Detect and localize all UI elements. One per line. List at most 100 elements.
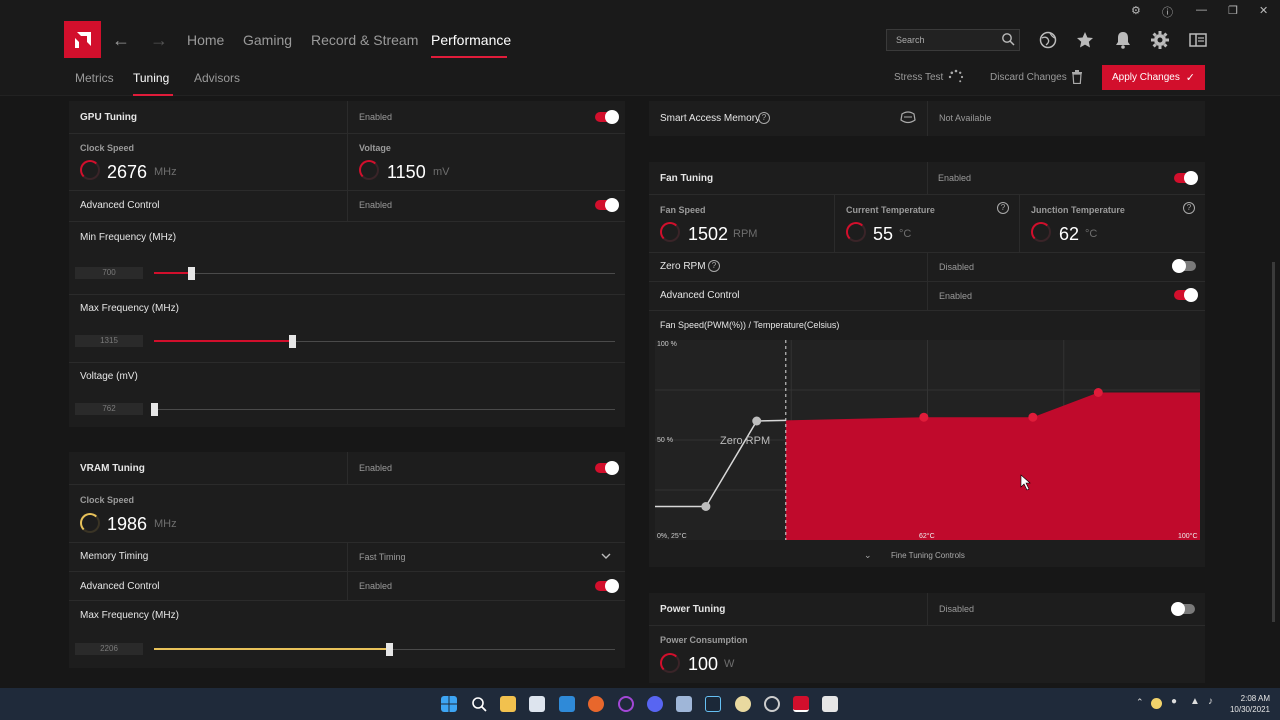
tab-advisors[interactable]: Advisors (194, 71, 240, 85)
nav-home[interactable]: Home (187, 32, 224, 48)
fan-curve-chart-svg[interactable]: 100 % 50 % 0%, 25°C 62°C 100°C Zero RPM (655, 340, 1200, 540)
vram-max-frequency-slider-thumb[interactable] (386, 643, 394, 656)
help-icon[interactable]: ? (758, 112, 770, 124)
gpu-voltage-value: 1150 (387, 162, 426, 182)
app-icon[interactable] (618, 696, 634, 712)
fan-curve-point[interactable] (1093, 388, 1103, 397)
help-icon[interactable]: ? (1183, 202, 1195, 214)
voltage-input[interactable]: 762 (75, 403, 143, 415)
fan-speed-value: 1502 (688, 224, 729, 244)
max-frequency-slider-thumb[interactable] (289, 335, 297, 348)
firefox-icon[interactable] (588, 696, 604, 712)
divider (347, 101, 348, 133)
chevron-up-icon[interactable]: ⌃ (1136, 697, 1144, 708)
back-arrow-icon[interactable]: ← (112, 30, 130, 51)
divider (927, 162, 928, 194)
gpu-tuning-panel: GPU Tuning Enabled Clock Speed 2676 MHz … (69, 101, 625, 427)
help-icon[interactable]: ? (708, 260, 720, 272)
memory-timing-dropdown[interactable]: Fast Timing (359, 552, 406, 562)
fan-curve-point[interactable] (1028, 412, 1038, 422)
search-icon[interactable] (471, 696, 487, 712)
x-axis-origin-label: 0%, 25°C (657, 532, 687, 540)
voltage-slider-thumb[interactable] (151, 403, 158, 416)
help-icon[interactable]: ⓘ (1162, 4, 1173, 20)
chevron-down-icon[interactable] (601, 553, 611, 560)
app-icon[interactable] (735, 696, 751, 712)
amd-software-taskbar-icon[interactable] (793, 696, 809, 712)
microphone-icon[interactable]: ● (1171, 696, 1177, 707)
gpu-tuning-toggle[interactable] (595, 110, 619, 124)
fan-curve-point[interactable] (919, 412, 929, 422)
divider (649, 194, 1205, 195)
divider (347, 542, 348, 571)
restore-icon[interactable]: ❐ (1228, 4, 1238, 17)
max-frequency-input[interactable]: 1315 (75, 335, 143, 347)
page-scrollbar[interactable] (1272, 262, 1275, 622)
help-icon[interactable]: ? (997, 202, 1009, 214)
trash-icon[interactable] (1071, 70, 1083, 84)
min-frequency-track (154, 273, 615, 274)
power-tuning-panel: Power Tuning Disabled Power Consumption … (649, 593, 1205, 683)
min-frequency-slider-thumb[interactable] (187, 267, 195, 280)
app-icon[interactable] (764, 696, 780, 712)
volume-icon[interactable]: ♪ (1208, 696, 1213, 707)
apply-changes-label: Apply Changes (1112, 72, 1180, 83)
search-icon[interactable] (1001, 32, 1015, 46)
vram-tuning-toggle[interactable] (595, 461, 619, 475)
fan-advanced-control-toggle[interactable] (1174, 288, 1198, 302)
settings-gear-icon[interactable] (1150, 30, 1170, 50)
file-explorer-icon[interactable] (500, 696, 516, 712)
store-icon[interactable] (529, 696, 545, 712)
junction-temperature-label: Junction Temperature (1031, 205, 1125, 215)
close-icon[interactable]: ✕ (1259, 4, 1268, 17)
mail-icon[interactable] (559, 696, 575, 712)
globe-icon[interactable] (1038, 30, 1058, 50)
photos-icon[interactable] (676, 696, 692, 712)
gpu-advanced-control-toggle[interactable] (595, 198, 619, 212)
vram-advanced-control-toggle[interactable] (595, 579, 619, 593)
zero-rpm-toggle[interactable] (1172, 259, 1196, 273)
discord-icon[interactable] (647, 696, 663, 712)
taskbar-clock[interactable]: 2:08 AM 10/30/2021 (1230, 693, 1270, 715)
vram-tuning-panel: VRAM Tuning Enabled Clock Speed 1986 MHz… (69, 452, 625, 668)
fan-curve-chart[interactable]: 100 % 50 % 0%, 25°C 62°C 100°C Zero RPM (655, 340, 1200, 540)
nav-record-stream[interactable]: Record & Stream (311, 32, 418, 48)
bell-icon[interactable] (1113, 30, 1133, 50)
vram-max-frequency-input[interactable]: 2206 (75, 643, 143, 655)
wifi-icon[interactable]: ▲ (1190, 696, 1200, 707)
forward-arrow-icon[interactable]: → (150, 30, 168, 51)
vram-clock-speed-unit: MHz (154, 518, 177, 530)
chevron-down-icon[interactable]: ⌄ (864, 550, 872, 561)
sub-navigation-bar: Metrics Tuning Advisors Stress Test Disc… (0, 60, 1280, 96)
fan-curve-point[interactable] (701, 502, 711, 511)
power-consumption-label: Power Consumption (660, 635, 748, 645)
nav-gaming[interactable]: Gaming (243, 32, 292, 48)
power-tuning-status: Disabled (939, 604, 975, 614)
power-consumption-gauge-icon (660, 653, 680, 673)
windows-start-icon[interactable] (441, 696, 457, 712)
nav-performance[interactable]: Performance (431, 32, 511, 48)
fine-tuning-controls-button[interactable]: Fine Tuning Controls (891, 551, 965, 560)
steam-icon[interactable] (705, 696, 721, 712)
min-frequency-input[interactable]: 700 (75, 267, 143, 279)
vram-clock-gauge-icon (80, 513, 100, 533)
minimize-icon[interactable]: — (1196, 4, 1207, 16)
stress-test-button[interactable]: Stress Test (894, 72, 943, 83)
apply-changes-button[interactable]: Apply Changes ✓ (1102, 65, 1205, 90)
max-frequency-fill (154, 340, 293, 342)
tab-tuning[interactable]: Tuning (133, 71, 169, 85)
star-icon[interactable] (1075, 30, 1095, 50)
bug-report-icon[interactable]: ⚙ (1131, 4, 1141, 17)
search-input[interactable]: Search (886, 29, 1020, 51)
power-tuning-toggle[interactable] (1171, 602, 1195, 616)
memory-timing-label: Memory Timing (80, 551, 149, 562)
voltage-track (154, 409, 615, 410)
amd-logo[interactable] (64, 21, 101, 58)
fan-curve-point[interactable] (752, 416, 762, 426)
discard-changes-button[interactable]: Discard Changes (990, 72, 1067, 83)
fan-tuning-toggle[interactable] (1174, 171, 1198, 185)
sidebar-toggle-icon[interactable] (1188, 30, 1208, 50)
tab-metrics[interactable]: Metrics (75, 71, 114, 85)
tray-app-icon[interactable] (1151, 698, 1162, 709)
notepad-icon[interactable] (822, 696, 838, 712)
